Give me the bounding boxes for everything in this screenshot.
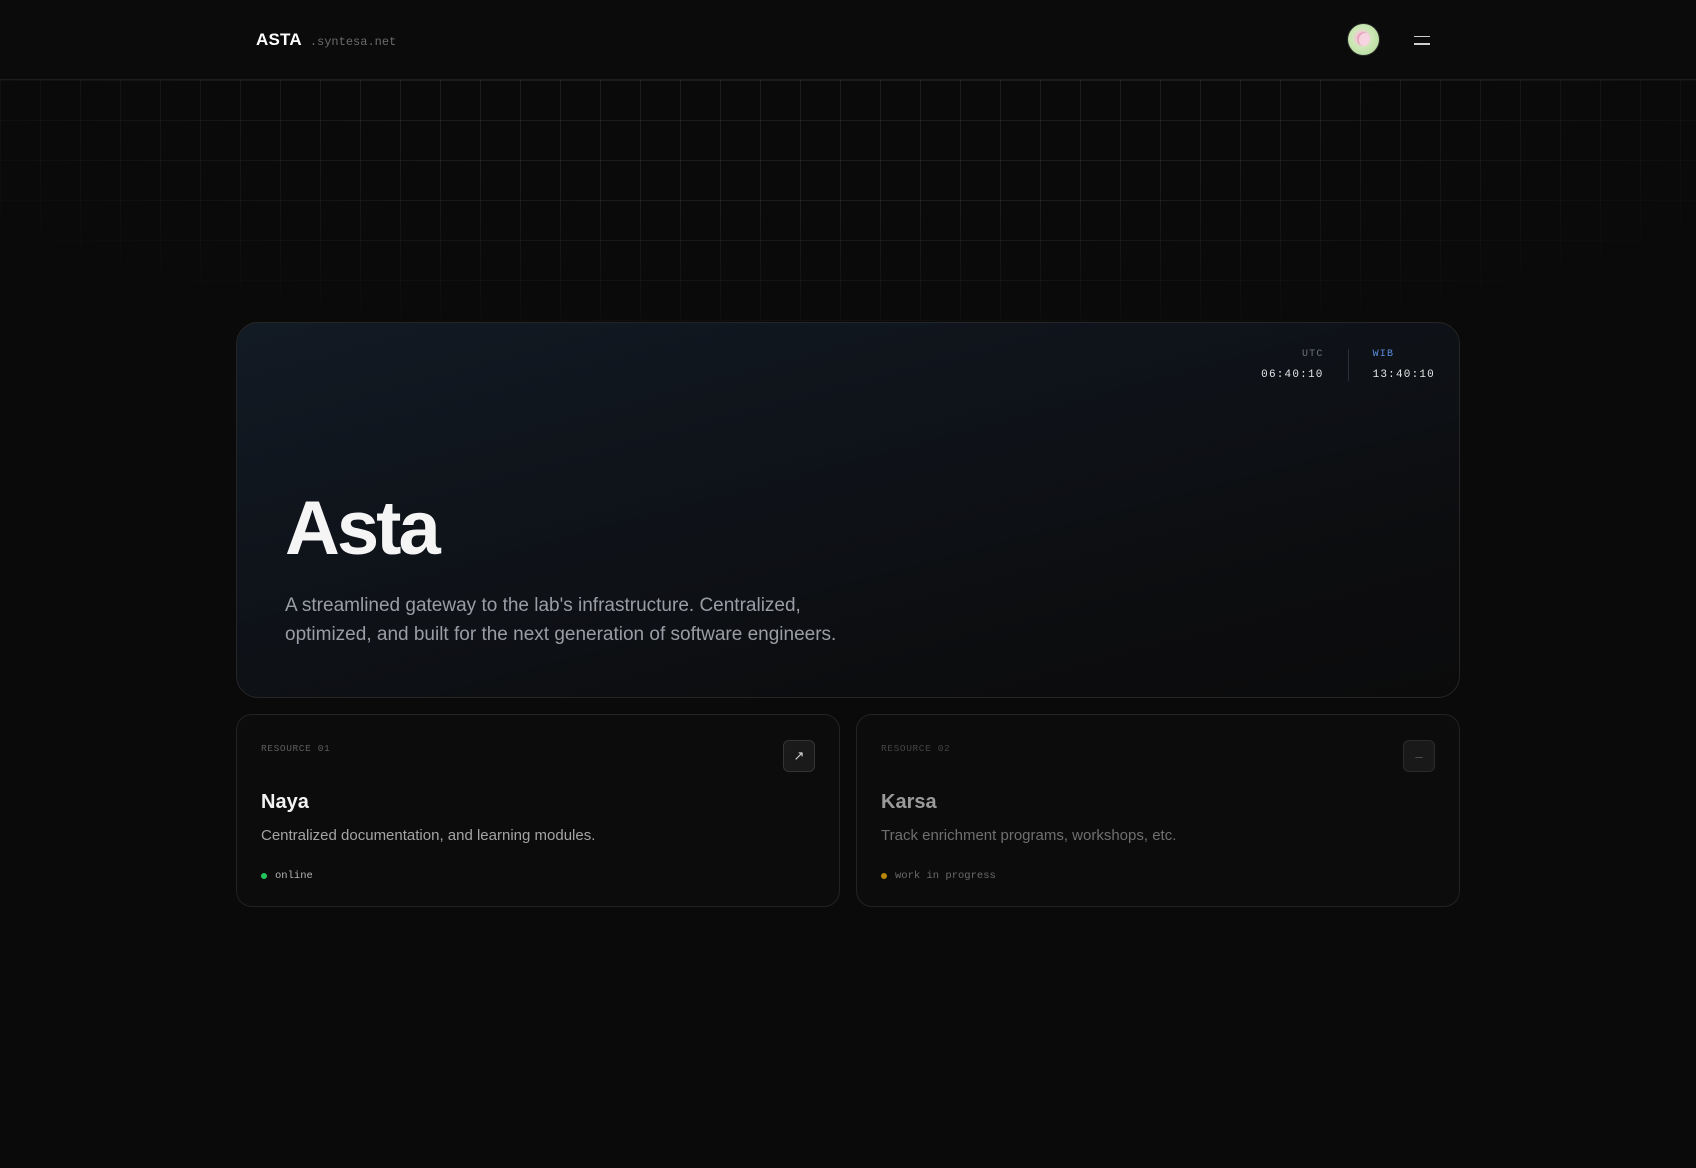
- status-label: work in progress: [895, 870, 996, 882]
- page: ASTA .syntesa.net UTC 06:40:10 WIB 13:40…: [0, 0, 1696, 1168]
- brand[interactable]: ASTA .syntesa.net: [256, 30, 396, 50]
- resource-status: online: [261, 870, 313, 882]
- status-dot-icon: [881, 873, 887, 879]
- resource-tag: RESOURCE 01: [261, 743, 331, 754]
- world-clock: UTC 06:40:10 WIB 13:40:10: [1261, 349, 1435, 381]
- top-header: ASTA .syntesa.net: [0, 0, 1696, 80]
- clock-utc-time: 06:40:10: [1261, 369, 1324, 381]
- resource-description: Centralized documentation, and learning …: [261, 827, 596, 844]
- clock-wib-time: 13:40:10: [1372, 369, 1435, 381]
- hero-title: Asta: [285, 486, 441, 571]
- hero-description: A streamlined gateway to the lab's infra…: [285, 595, 837, 645]
- user-avatar[interactable]: [1348, 24, 1379, 55]
- dash-icon: –: [1403, 740, 1435, 772]
- clock-utc: UTC 06:40:10: [1261, 349, 1349, 381]
- brand-name: ASTA: [256, 30, 302, 49]
- resource-status: work in progress: [881, 870, 996, 882]
- status-dot-icon: [261, 873, 267, 879]
- status-label: online: [275, 870, 313, 882]
- menu-icon-line-top: [1414, 35, 1430, 37]
- brand-domain: .syntesa.net: [309, 35, 397, 49]
- resource-tag: RESOURCE 02: [881, 743, 951, 754]
- hero-card: UTC 06:40:10 WIB 13:40:10 Asta A streaml…: [236, 322, 1460, 698]
- resource-title: Karsa: [881, 791, 937, 813]
- resource-card-karsa: RESOURCE 02 – Karsa Track enrichment pro…: [856, 714, 1460, 907]
- resource-description: Track enrichment programs, workshops, et…: [881, 827, 1177, 844]
- resource-card-naya[interactable]: RESOURCE 01 ↗ Naya Centralized documenta…: [236, 714, 840, 907]
- arrow-up-right-icon[interactable]: ↗: [783, 740, 815, 772]
- menu-icon-line-bottom: [1414, 43, 1430, 45]
- clock-wib-label: WIB: [1372, 349, 1395, 360]
- resource-title: Naya: [261, 791, 309, 813]
- menu-button[interactable]: [1410, 30, 1434, 50]
- clock-wib: WIB 13:40:10: [1349, 349, 1435, 381]
- clock-utc-label: UTC: [1301, 349, 1324, 360]
